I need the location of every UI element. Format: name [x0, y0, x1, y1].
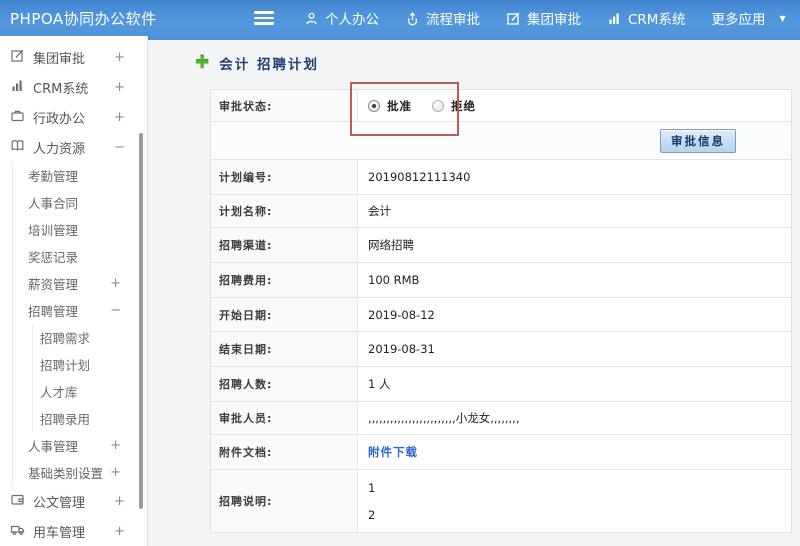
expand-toggle[interactable]: +	[114, 524, 125, 539]
nav-process-approval[interactable]: 流程审批	[405, 8, 480, 28]
table-row-start-date: 开始日期: 2019-08-12	[211, 298, 791, 332]
sidebar-item-admin-office[interactable]: 行政办公 +	[0, 102, 147, 132]
nav-personal-office[interactable]: 个人办公	[304, 8, 379, 28]
approval-radio-cell: 批准 拒绝	[358, 90, 791, 121]
edit-square-icon	[10, 48, 33, 67]
sidebar-item-vehicle[interactable]: 用车管理 +	[0, 516, 147, 546]
expand-toggle[interactable]: +	[110, 438, 121, 453]
page-title: 会计 招聘计划	[219, 57, 319, 73]
approval-info-button[interactable]: 审批信息	[660, 128, 736, 153]
sidebar-item-talent-pool[interactable]: 人才库	[33, 378, 147, 405]
table-row-plan-name: 计划名称: 会计	[211, 195, 791, 228]
table-row-recruit-cost: 招聘费用: 100 RMB	[211, 263, 791, 298]
sidebar-item-personnel[interactable]: 人事管理 +	[13, 432, 147, 459]
app-title: PHPOA协同办公软件	[10, 9, 157, 28]
table-row-headcount: 招聘人数: 1 人	[211, 367, 791, 402]
sidebar-item-hr[interactable]: 人力资源 −	[0, 132, 147, 162]
recruitment-submenu: 招聘需求 招聘计划 人才库 招聘录用	[32, 324, 147, 432]
bar-chart-icon	[10, 78, 33, 97]
collapse-toggle[interactable]: −	[110, 303, 121, 318]
expand-toggle[interactable]: +	[114, 494, 125, 509]
sidebar-item-rewards[interactable]: 奖惩记录	[13, 243, 147, 270]
truck-icon	[10, 522, 33, 541]
nav-group-approval[interactable]: 集团审批	[506, 8, 581, 28]
expand-toggle[interactable]: +	[110, 465, 121, 480]
sidebar-item-recruitment[interactable]: 招聘管理 −	[13, 297, 147, 324]
page-header: ✚ 会计 招聘计划	[195, 53, 319, 73]
sidebar-item-base-category[interactable]: 基础类别设置 +	[13, 459, 147, 486]
top-nav: 个人办公 流程审批 集团审批 CRM系统 更多应用 ▼	[304, 8, 786, 28]
hr-submenu: 考勤管理 人事合同 培训管理 奖惩记录 薪资管理 + 招聘管理 − 招聘需求 招聘计…	[12, 162, 147, 486]
document-icon	[10, 492, 33, 511]
table-row-description: 招聘说明: 1 2	[211, 470, 791, 533]
sidebar-item-documents[interactable]: 公文管理 +	[0, 486, 147, 516]
radio-reject[interactable]: 拒绝	[432, 98, 476, 114]
main-content: ✚ 会计 招聘计划 审批状态: 批准 拒绝 审批信息 计划编号: 2019081…	[148, 36, 800, 546]
sidebar-item-recruit-plan[interactable]: 招聘计划	[33, 351, 147, 378]
expand-toggle[interactable]: +	[114, 80, 125, 95]
expand-toggle[interactable]: +	[110, 276, 121, 291]
top-bar: PHPOA协同办公软件 个人办公 流程审批 集团审批 CRM系统 更多应用 ▼	[0, 0, 800, 36]
sidebar-item-hr-contract[interactable]: 人事合同	[13, 189, 147, 216]
sidebar-item-crm[interactable]: CRM系统 +	[0, 72, 147, 102]
field-label: 审批状态:	[211, 90, 358, 121]
expand-toggle[interactable]: +	[114, 50, 125, 65]
caret-down-icon: ▼	[779, 13, 786, 23]
sidebar-item-group-approval[interactable]: 集团审批 +	[0, 42, 147, 72]
table-row-recruit-channel: 招聘渠道: 网络招聘	[211, 228, 791, 263]
nav-crm-system[interactable]: CRM系统	[607, 8, 685, 28]
sidebar-nav: 集团审批 + CRM系统 + 行政办公 + 人力资源 − 考勤管理 人事合同 培…	[0, 36, 148, 546]
collapse-toggle[interactable]: −	[114, 140, 125, 155]
table-row-attachment: 附件文档: 附件下载	[211, 435, 791, 470]
table-row-approval-action: 审批信息	[211, 122, 791, 160]
table-row-approval-status: 审批状态: 批准 拒绝	[211, 90, 791, 122]
process-approval-icon	[405, 11, 420, 26]
sidebar-scrollbar[interactable]	[139, 133, 143, 509]
person-icon	[304, 11, 319, 26]
radio-button-icon[interactable]	[368, 99, 380, 112]
table-row-end-date: 结束日期: 2019-08-31	[211, 332, 791, 367]
green-plus-icon: ✚	[195, 52, 210, 73]
crm-chart-icon	[607, 11, 622, 26]
attachment-download-link[interactable]: 附件下载	[368, 444, 418, 460]
nav-more-apps[interactable]: 更多应用 ▼	[711, 8, 785, 28]
sidebar-item-recruit-hire[interactable]: 招聘录用	[33, 405, 147, 432]
detail-table: 审批状态: 批准 拒绝 审批信息 计划编号: 20190812111340 计划…	[210, 89, 792, 533]
sidebar-item-training[interactable]: 培训管理	[13, 216, 147, 243]
sidebar-item-salary[interactable]: 薪资管理 +	[13, 270, 147, 297]
table-row-approvers: 审批人员: ,,,,,,,,,,,,,,,,,,,,,,,,小龙女,,,,,,,…	[211, 402, 791, 435]
book-icon	[10, 138, 33, 157]
hamburger-menu-icon[interactable]	[254, 11, 274, 25]
radio-approve[interactable]: 批准	[368, 98, 412, 114]
radio-button-icon[interactable]	[432, 99, 444, 112]
group-approval-icon	[506, 11, 521, 26]
sidebar-item-attendance[interactable]: 考勤管理	[13, 162, 147, 189]
description-value: 1 2	[368, 480, 376, 522]
table-row-plan-number: 计划编号: 20190812111340	[211, 160, 791, 195]
sidebar-item-recruit-demand[interactable]: 招聘需求	[33, 324, 147, 351]
expand-toggle[interactable]: +	[114, 110, 125, 125]
briefcase-icon	[10, 108, 33, 127]
